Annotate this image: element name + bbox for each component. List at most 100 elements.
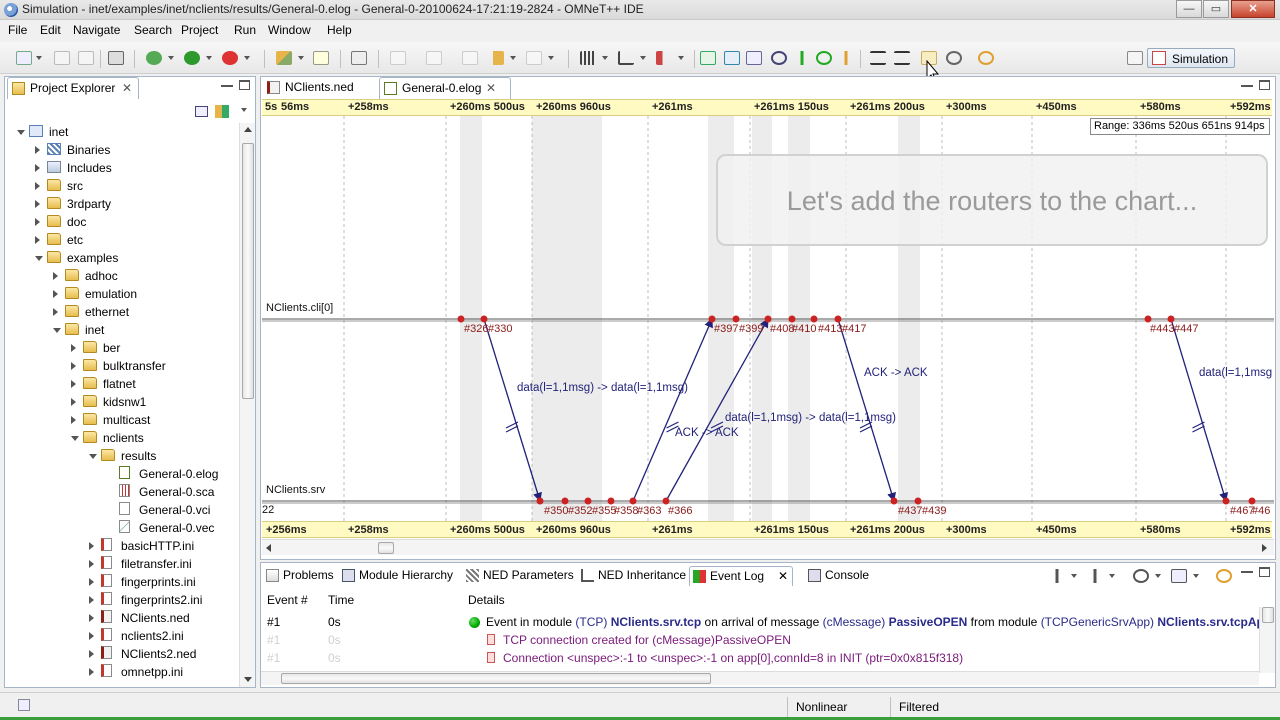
sequence-chart[interactable]: #326 #330 #397 #399 #408 #410 #413 #417 #443 #447… [262,99,1274,557]
chevron-down-icon[interactable] [298,56,304,60]
go-to-message-icon[interactable] [1087,569,1103,583]
chevron-down-icon[interactable] [678,56,684,60]
close-icon[interactable]: ✕ [778,567,788,585]
collapsed-arrow-icon[interactable] [71,362,76,370]
menu-edit[interactable]: Edit [40,23,61,37]
chevron-down-icon[interactable] [1071,574,1077,578]
event-log-row[interactable]: #1 0s Connection <unspec>:-1 to <unspec>… [261,649,1251,667]
new-wizard-icon[interactable] [16,51,32,65]
collapsed-arrow-icon[interactable] [53,308,58,316]
profile-icon[interactable] [222,51,238,65]
collapsed-arrow-icon[interactable] [89,596,94,604]
chevron-down-icon[interactable] [510,56,516,60]
collapsed-arrow-icon[interactable] [71,416,76,424]
collapsed-arrow-icon[interactable] [71,344,76,352]
menu-search[interactable]: Search [134,23,172,37]
chevron-down-icon[interactable] [1109,574,1115,578]
simulation-perspective-button[interactable]: Simulation [1147,48,1235,68]
chevron-down-icon[interactable] [168,56,174,60]
tab-general-0-elog[interactable]: General-0.elog ✕ [379,77,511,99]
chart-horizontal-scrollbar[interactable] [262,539,1274,555]
build-icon[interactable] [108,51,124,65]
close-icon[interactable]: ✕ [486,78,496,98]
scroll-left-icon[interactable] [266,544,271,552]
collapsed-arrow-icon[interactable] [53,272,58,280]
forward-icon[interactable] [526,51,542,65]
link-with-editor-icon[interactable] [215,105,229,118]
tab-module-hierarchy[interactable]: Module Hierarchy [339,566,453,586]
view-menu-icon[interactable] [241,108,247,112]
menu-help[interactable]: Help [327,23,352,37]
collapsed-arrow-icon[interactable] [71,398,76,406]
scroll-right-icon[interactable] [1262,544,1267,552]
expanded-arrow-icon[interactable] [89,454,97,459]
refresh-icon[interactable] [1216,569,1232,583]
event-log-row[interactable]: #1 0s TCP connection created for (cMessa… [261,631,1251,649]
chart-scrollbar-thumb[interactable] [378,542,394,554]
expanded-arrow-icon[interactable] [53,328,61,333]
reuse-arrows-icon[interactable] [746,51,762,65]
chevron-down-icon[interactable] [244,56,250,60]
increase-spacing-icon[interactable] [870,51,886,65]
column-header-details[interactable]: Details [468,593,505,607]
reuse-green-icon[interactable] [816,51,832,65]
collapsed-arrow-icon[interactable] [35,200,40,208]
maximize-button[interactable]: ▭ [1203,0,1229,18]
open-type-icon[interactable] [313,51,329,65]
arrow-right-orange-icon[interactable] [838,51,854,65]
scroll-up-icon[interactable] [244,127,252,132]
event-log-vscrollbar[interactable] [1259,607,1275,673]
chevron-down-icon[interactable] [548,56,554,60]
show-event-numbers-icon[interactable] [700,51,716,65]
show-message-names-icon[interactable] [724,51,740,65]
menu-project[interactable]: Project [181,23,218,37]
menu-file[interactable]: File [8,23,27,37]
collapsed-arrow-icon[interactable] [53,290,58,298]
chevron-down-icon[interactable] [36,56,42,60]
axis-ordering-icon[interactable] [580,51,596,65]
menu-window[interactable]: Window [268,23,311,37]
collapsed-arrow-icon[interactable] [89,668,94,676]
close-window-button[interactable]: ✕ [1231,0,1275,18]
chevron-down-icon[interactable] [640,56,646,60]
event-log-hscroll-thumb[interactable] [281,673,711,684]
event-filter-icon[interactable] [656,51,672,65]
zoom-out-icon[interactable] [946,51,962,65]
axis-label-srv[interactable]: NClients.srv [266,484,326,496]
expanded-arrow-icon[interactable] [71,436,79,441]
tab-problems[interactable]: Problems [263,566,334,586]
collapsed-arrow-icon[interactable] [89,614,94,622]
maximize-view-icon[interactable] [239,80,250,90]
column-header-event[interactable]: Event # [267,593,308,607]
minimize-button[interactable]: — [1176,0,1202,18]
chevron-down-icon[interactable] [602,56,608,60]
previous-annotation-icon[interactable] [426,51,442,65]
last-edit-icon[interactable] [462,51,478,65]
expanded-arrow-icon[interactable] [35,256,43,261]
tab-ned-inheritance[interactable]: NED Inheritance [578,566,686,586]
tab-ned-parameters[interactable]: NED Parameters [463,566,574,586]
arrow-right-green-icon[interactable] [794,51,810,65]
maximize-view-icon[interactable] [1259,80,1270,90]
sort-icon[interactable] [618,51,634,65]
collapsed-arrow-icon[interactable] [89,542,94,550]
collapsed-arrow-icon[interactable] [89,578,94,586]
collapsed-arrow-icon[interactable] [35,236,40,244]
save-icon[interactable] [54,51,70,65]
chevron-down-icon[interactable] [206,56,212,60]
scroll-down-icon[interactable] [244,677,252,682]
tab-console[interactable]: Console [805,566,869,586]
run-icon[interactable] [184,51,200,65]
print-icon[interactable] [78,51,94,65]
tab-project-explorer[interactable]: Project Explorer ✕ [7,77,139,99]
event-log-vscroll-thumb[interactable] [1262,607,1274,623]
maximize-view-icon[interactable] [1259,567,1270,577]
minimize-view-icon[interactable] [1241,85,1253,87]
collapsed-arrow-icon[interactable] [71,380,76,388]
go-to-event-icon[interactable] [1049,569,1065,583]
tab-event-log[interactable]: Event Log ✕ [689,566,793,586]
collapsed-arrow-icon[interactable] [35,164,40,172]
tree-scrollbar[interactable] [239,123,255,687]
fast-view-icon[interactable] [18,699,30,711]
column-header-time[interactable]: Time [328,593,354,607]
